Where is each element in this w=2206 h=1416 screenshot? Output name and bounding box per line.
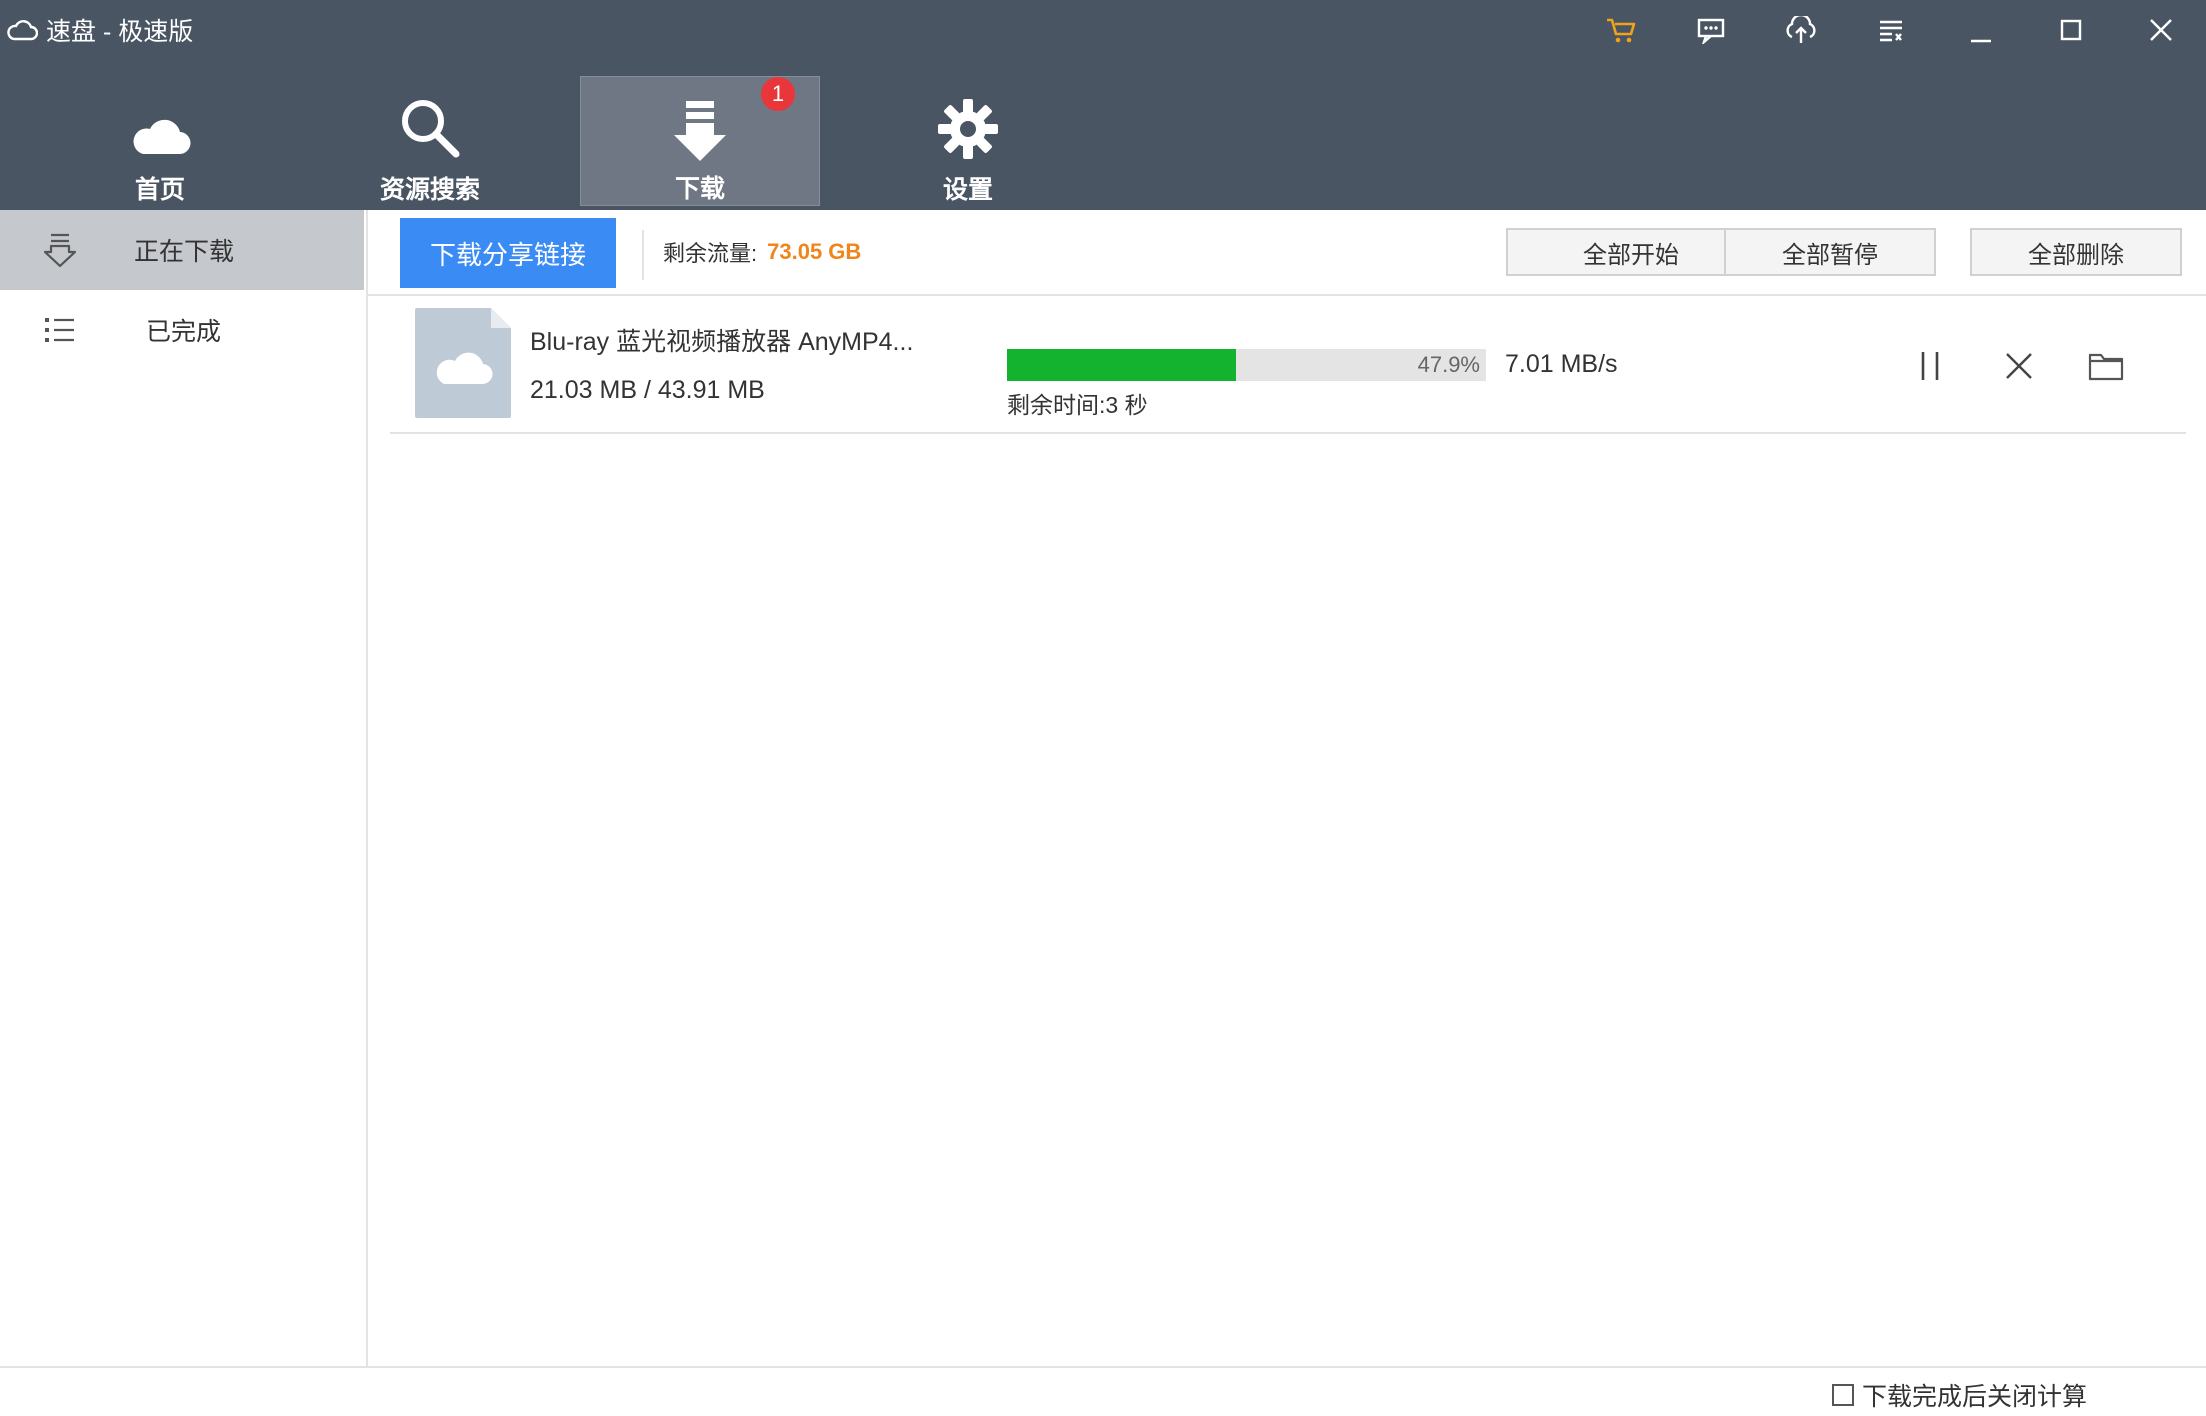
file-name: Blu-ray 蓝光视频播放器 AnyMP4... bbox=[530, 328, 914, 356]
quota-label: 剩余流量: bbox=[663, 241, 758, 266]
footer-divider bbox=[0, 1366, 2206, 1368]
cloud-icon bbox=[128, 88, 192, 160]
file-cloud-icon bbox=[413, 306, 513, 420]
toolbar-divider bbox=[642, 230, 644, 280]
progress-fill bbox=[1007, 349, 1237, 381]
folder-icon[interactable] bbox=[2084, 344, 2128, 388]
download-icon bbox=[673, 95, 727, 161]
sidebar-item-label: 正在下载 bbox=[134, 238, 235, 266]
app-logo-icon bbox=[7, 20, 38, 41]
pause-all-button[interactable]: 全部暂停 bbox=[1724, 228, 1936, 276]
nav-search[interactable]: 资源搜索 bbox=[310, 76, 550, 206]
list-icon bbox=[40, 310, 80, 350]
sidebar-item-completed[interactable]: 已完成 bbox=[0, 290, 364, 370]
app-title: 速盘 - 极速版 bbox=[6, 12, 193, 48]
start-all-button[interactable]: 全部开始 bbox=[1506, 228, 1756, 276]
download-speed: 7.01 MB/s bbox=[1505, 350, 1618, 378]
maximize-icon[interactable] bbox=[2047, 10, 2095, 50]
cart-icon[interactable] bbox=[1597, 10, 1645, 50]
nav-settings-label: 设置 bbox=[942, 176, 993, 204]
pause-icon[interactable] bbox=[1908, 344, 1952, 388]
nav-download-label: 下载 bbox=[674, 175, 725, 203]
shutdown-after-download[interactable]: 下载完成后关闭计算 bbox=[1832, 1377, 2087, 1413]
toolbar-divider-line bbox=[366, 294, 2206, 296]
upload-icon[interactable] bbox=[1777, 10, 1825, 50]
remaining-quota: 剩余流量: 73.05 GB bbox=[663, 236, 861, 268]
progress-percent: 47.9% bbox=[1417, 352, 1480, 377]
shutdown-checkbox[interactable] bbox=[1832, 1384, 1854, 1406]
quota-value: 73.05 GB bbox=[767, 239, 862, 264]
cancel-icon[interactable] bbox=[1997, 344, 2041, 388]
message-icon[interactable] bbox=[1687, 10, 1735, 50]
sidebar-item-label: 已完成 bbox=[146, 318, 222, 346]
top-bar: 速盘 - 极速版 首页 资源搜索 下载 1 设置 bbox=[0, 0, 2206, 210]
nav-settings[interactable]: 设置 bbox=[848, 76, 1088, 206]
remaining-time: 剩余时间:3 秒 bbox=[1007, 392, 1148, 418]
downloading-icon bbox=[40, 230, 80, 270]
delete-all-button[interactable]: 全部删除 bbox=[1970, 228, 2182, 276]
shutdown-label: 下载完成后关闭计算 bbox=[1862, 1383, 2088, 1411]
close-icon[interactable] bbox=[2137, 10, 2185, 50]
gear-icon bbox=[937, 88, 999, 160]
progress-bar: 47.9% bbox=[1007, 349, 1486, 381]
window-title: 速盘 - 极速版 bbox=[46, 18, 194, 46]
search-icon bbox=[398, 88, 462, 160]
download-count-badge: 1 bbox=[761, 77, 795, 111]
download-share-link-button[interactable]: 下载分享链接 bbox=[400, 218, 616, 288]
sidebar: 正在下载 已完成 bbox=[0, 210, 368, 1366]
sidebar-item-downloading[interactable]: 正在下载 bbox=[0, 210, 364, 290]
nav-home-label: 首页 bbox=[134, 176, 185, 204]
file-size: 21.03 MB / 43.91 MB bbox=[530, 376, 765, 404]
nav-search-label: 资源搜索 bbox=[379, 176, 480, 204]
minimize-icon[interactable] bbox=[1957, 10, 2005, 50]
nav-home[interactable]: 首页 bbox=[40, 76, 280, 206]
menu-icon[interactable] bbox=[1867, 10, 1915, 50]
row-divider bbox=[390, 432, 2186, 434]
